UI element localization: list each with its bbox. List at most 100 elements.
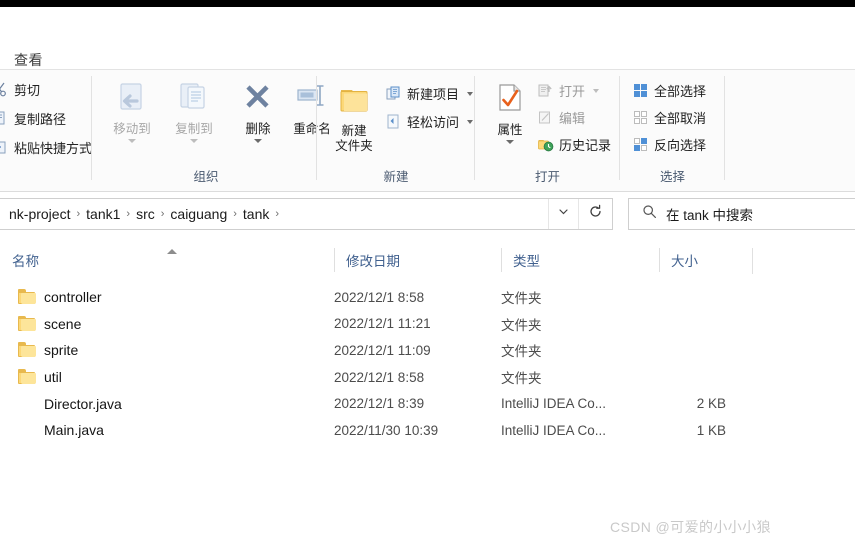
copy-path-icon [0,110,9,127]
column-header-size[interactable]: 大小 [659,240,752,280]
chevron-down-icon [557,205,570,223]
chevron-down-icon[interactable] [128,139,136,143]
scissors-icon [0,81,9,98]
table-row[interactable]: scene 2022/12/1 11:21 文件夹 [0,311,855,338]
paste-shortcut-label: 粘贴快捷方式 [14,141,93,156]
search-placeholder: 在 tank 中搜索 [666,208,754,223]
file-name: sprite [44,342,79,359]
refresh-button[interactable] [578,199,612,229]
address-dropdown-button[interactable] [548,199,578,229]
file-name: scene [44,315,82,332]
chevron-down-icon[interactable] [254,139,262,143]
open-label: 打开 [559,84,586,99]
copy-path-command[interactable]: 复制路径 [0,109,66,128]
delete-label: 删除 [245,122,271,136]
copy-to-icon [175,80,213,118]
table-row[interactable]: util 2022/12/1 8:58 文件夹 [0,364,855,391]
breadcrumb-separator-trailing[interactable]: › [274,208,280,220]
folder-icon [18,340,38,360]
file-date: 2022/11/30 10:39 [334,422,439,438]
properties-label: 属性 [497,123,523,137]
chevron-down-icon[interactable] [190,139,198,143]
new-item-label: 新建项目 [407,87,460,102]
open-command[interactable]: 打开 [537,81,600,100]
copy-to-label: 复制到 [175,122,213,136]
ribbon-group-new: 新建 文件夹 新建项目 轻松访问 新建 [317,70,475,191]
move-to-label: 移动到 [113,122,151,136]
chevron-down-icon[interactable] [467,91,474,96]
file-size: 2 KB [696,396,726,412]
select-none-label: 全部取消 [654,111,707,126]
open-group-label: 打开 [534,170,560,184]
copy-to-button[interactable]: 复制到 [165,80,223,143]
column-divider [752,248,753,274]
select-none-icon [632,109,649,126]
breadcrumb-item-3[interactable]: caiguang [165,206,232,222]
history-label: 历史记录 [559,138,612,153]
file-explorer-window: 查看 剪切 复制路径 粘贴快捷方式 移动到 复制到 删除 重命名 组织 新建 文… [0,0,855,548]
breadcrumb-item-0[interactable]: nk-project [4,206,75,222]
invert-selection-label: 反向选择 [654,138,707,153]
new-item-icon [385,85,402,102]
copy-path-label: 复制路径 [14,112,67,127]
select-all-command[interactable]: 全部选择 [632,81,706,100]
file-date: 2022/12/1 8:58 [334,289,425,305]
new-folder-icon [335,82,373,120]
file-date: 2022/12/1 8:39 [334,396,425,412]
file-type: 文件夹 [501,344,542,360]
search-input[interactable]: 在 tank 中搜索 [628,198,855,230]
ribbon: 剪切 复制路径 粘贴快捷方式 移动到 复制到 删除 重命名 组织 新建 文件夹 … [0,70,855,192]
breadcrumb-item-1[interactable]: tank1 [81,206,125,222]
history-command[interactable]: 历史记录 [537,135,611,154]
file-date: 2022/12/1 8:58 [334,369,425,385]
search-icon [642,204,657,224]
column-header-name[interactable]: 名称 [0,240,334,280]
address-bar-row: nk-project › tank1 › src › caiguang › ta… [0,193,855,239]
chevron-down-icon[interactable] [506,140,514,144]
breadcrumb-item-2[interactable]: src [131,206,160,222]
tab-view[interactable]: 查看 [14,50,43,70]
edit-command[interactable]: 编辑 [537,108,585,127]
ribbon-tab-strip: 查看 [0,7,855,70]
file-type: 文件夹 [501,317,542,333]
edit-label: 编辑 [559,111,586,126]
cut-command[interactable]: 剪切 [0,80,40,99]
column-header-type[interactable]: 类型 [501,240,659,280]
table-row[interactable]: sprite 2022/12/1 11:09 文件夹 [0,337,855,364]
address-bar[interactable]: nk-project › tank1 › src › caiguang › ta… [0,198,613,230]
move-to-button[interactable]: 移动到 [103,80,161,143]
invert-selection-command[interactable]: 反向选择 [632,135,706,154]
new-item-command[interactable]: 新建项目 [385,84,474,103]
delete-button[interactable]: 删除 [229,80,287,143]
file-list: controller 2022/12/1 8:58 文件夹 scene 2022… [0,284,855,444]
chevron-down-icon[interactable] [467,119,474,124]
easy-access-icon [385,113,402,130]
file-type: 文件夹 [501,291,542,307]
table-row[interactable]: Main.java 2022/11/30 10:39 IntelliJ IDEA… [0,417,855,444]
history-icon [537,136,554,153]
refresh-icon [588,204,603,224]
select-none-command[interactable]: 全部取消 [632,108,706,127]
intellij-icon [18,394,38,414]
table-row[interactable]: Director.java 2022/12/1 8:39 IntelliJ ID… [0,390,855,417]
breadcrumb: nk-project › tank1 › src › caiguang › ta… [0,206,280,222]
file-type: 文件夹 [501,371,542,387]
breadcrumb-item-4[interactable]: tank [238,206,274,222]
window-top-strip [0,0,855,7]
new-folder-button[interactable]: 新建 文件夹 [325,82,383,154]
sort-ascending-icon [167,249,177,254]
easy-access-command[interactable]: 轻松访问 [385,112,474,131]
table-row[interactable]: controller 2022/12/1 8:58 文件夹 [0,284,855,311]
column-header-date[interactable]: 修改日期 [334,240,501,280]
properties-icon [491,81,529,119]
paste-shortcut-command[interactable]: 粘贴快捷方式 [0,138,92,157]
chevron-down-icon[interactable] [593,88,600,93]
select-all-label: 全部选择 [654,84,707,99]
file-list-header: 名称 修改日期 类型 大小 [0,240,855,280]
properties-button[interactable]: 属性 [481,81,539,144]
ribbon-group-organize: 移动到 复制到 删除 重命名 组织 [95,70,331,191]
file-type: IntelliJ IDEA Co... [501,396,607,412]
select-all-icon [632,82,649,99]
paste-shortcut-icon [0,139,9,156]
column-header-date-label: 修改日期 [346,254,400,269]
